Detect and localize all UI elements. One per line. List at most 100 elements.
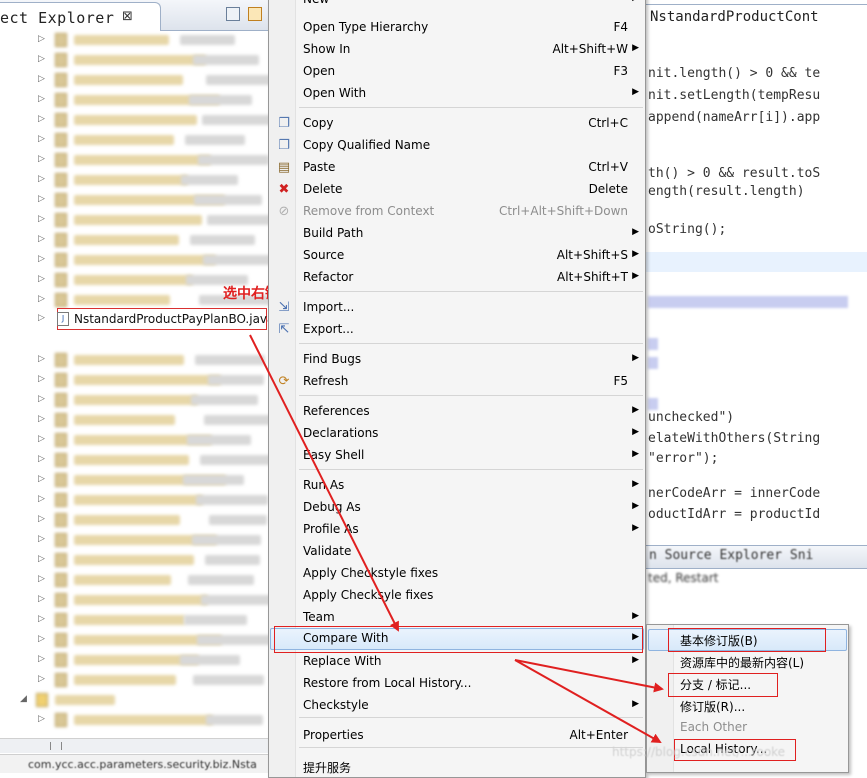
menu-item-new[interactable]: New ▶ bbox=[270, 0, 644, 11]
scrollbar-thumb[interactable] bbox=[50, 742, 62, 750]
tree-row[interactable]: ▷ bbox=[0, 130, 268, 150]
collapse-all-icon[interactable] bbox=[226, 7, 240, 21]
tree-row[interactable]: ▷ bbox=[0, 30, 268, 50]
menu-item-paste[interactable]: ▤ Paste Ctrl+V bbox=[270, 157, 644, 179]
tree-row[interactable]: ▷ bbox=[0, 510, 268, 530]
menu-item-validate[interactable]: Validate bbox=[270, 541, 644, 563]
menu-item-refresh[interactable]: ⟳ Refresh F5 bbox=[270, 371, 644, 393]
menu-item-apply-checksyle-fixes[interactable]: Apply Checksyle fixes bbox=[270, 585, 644, 607]
submenu-item[interactable]: 资源库中的最新内容(L) bbox=[648, 651, 847, 673]
expand-arrow-icon[interactable]: ▷ bbox=[38, 434, 45, 444]
expand-arrow-icon[interactable]: ▷ bbox=[38, 454, 45, 464]
expand-arrow-icon[interactable]: ▷ bbox=[38, 313, 45, 323]
submenu-item[interactable]: 修订版(R)... bbox=[648, 695, 847, 717]
tree-row[interactable]: ▷ bbox=[0, 70, 268, 90]
expand-arrow-icon[interactable]: ▷ bbox=[38, 534, 45, 544]
expand-arrow-icon[interactable]: ▷ bbox=[38, 594, 45, 604]
menu-item-build-path[interactable]: Build Path ▶ bbox=[270, 223, 644, 245]
expand-arrow-icon[interactable]: ▷ bbox=[38, 234, 45, 244]
tree-row[interactable]: ▷ bbox=[0, 50, 268, 70]
menu-item-remove-from-context[interactable]: ⊘ Remove from Context Ctrl+Alt+Shift+Down bbox=[270, 201, 644, 223]
selected-tree-row[interactable]: ▷ J NstandardProductPayPlanBO.java bbox=[38, 308, 268, 330]
menu-item-profile-as[interactable]: Profile As ▶ bbox=[270, 519, 644, 541]
tree-row[interactable]: ▷ bbox=[0, 610, 268, 630]
menu-item-debug-as[interactable]: Debug As ▶ bbox=[270, 497, 644, 519]
tree-row[interactable]: ▷ bbox=[0, 630, 268, 650]
expand-arrow-icon[interactable]: ▷ bbox=[38, 574, 45, 584]
expand-arrow-icon[interactable]: ▷ bbox=[38, 394, 45, 404]
explorer-tab[interactable]: ect Explorer ⊠ bbox=[0, 2, 161, 31]
expand-arrow-icon[interactable]: ▷ bbox=[38, 474, 45, 484]
expand-arrow-icon[interactable]: ▷ bbox=[38, 154, 45, 164]
tree-row[interactable]: ▷ bbox=[0, 550, 268, 570]
tree-row[interactable]: ▷ bbox=[0, 370, 268, 390]
tree-row[interactable]: ▷ bbox=[0, 350, 268, 370]
menu-item-source[interactable]: Source Alt+Shift+S ▶ bbox=[270, 245, 644, 267]
menu-item-replace-with[interactable]: Replace With ▶ bbox=[270, 651, 644, 673]
tree-row[interactable]: ▷ bbox=[0, 710, 268, 730]
menu-item-open[interactable]: Open F3 bbox=[270, 61, 644, 83]
expand-arrow-icon[interactable]: ▷ bbox=[38, 54, 45, 64]
tree-row[interactable]: ▷ bbox=[0, 230, 268, 250]
tree-row[interactable]: ▷ bbox=[0, 490, 268, 510]
expand-arrow-icon[interactable]: ▷ bbox=[38, 514, 45, 524]
menu-item-open-with[interactable]: Open With ▶ bbox=[270, 83, 644, 105]
menu-item-service[interactable]: 提升服务 bbox=[270, 756, 644, 778]
menu-item-declarations[interactable]: Declarations ▶ bbox=[270, 423, 644, 445]
tree-row[interactable]: ▷ bbox=[0, 90, 268, 110]
submenu-item[interactable]: Each Other bbox=[648, 717, 847, 739]
tree-row[interactable]: ▷ bbox=[0, 650, 268, 670]
menu-item-refactor[interactable]: Refactor Alt+Shift+T ▶ bbox=[270, 267, 644, 289]
tree-row[interactable]: ▷ bbox=[0, 570, 268, 590]
expand-arrow-icon[interactable]: ▷ bbox=[38, 674, 45, 684]
menu-item-delete[interactable]: ✖ Delete Delete bbox=[270, 179, 644, 201]
expand-arrow-icon[interactable]: ▷ bbox=[38, 174, 45, 184]
tree-row[interactable]: ▷ bbox=[0, 430, 268, 450]
tree-row[interactable]: ▷ bbox=[0, 150, 268, 170]
expand-arrow-icon[interactable]: ▷ bbox=[38, 294, 45, 304]
expand-arrow-icon[interactable]: ▷ bbox=[38, 354, 45, 364]
expand-arrow-icon[interactable]: ▷ bbox=[38, 194, 45, 204]
expand-arrow-icon[interactable]: ▷ bbox=[38, 134, 45, 144]
tree-row[interactable]: ▷ bbox=[0, 190, 268, 210]
tree-row[interactable]: ▷ bbox=[0, 470, 268, 490]
expand-arrow-icon[interactable]: ▷ bbox=[38, 34, 45, 44]
menu-item-easy-shell[interactable]: Easy Shell ▶ bbox=[270, 445, 644, 467]
tree-row[interactable]: ▷ bbox=[0, 530, 268, 550]
tree-row[interactable]: ▷ bbox=[0, 410, 268, 430]
expand-arrow-icon[interactable]: ▷ bbox=[38, 114, 45, 124]
expand-arrow-icon[interactable]: ▷ bbox=[38, 614, 45, 624]
expand-arrow-icon[interactable]: ▷ bbox=[38, 254, 45, 264]
menu-item-restore-from-local-history[interactable]: Restore from Local History... bbox=[270, 673, 644, 695]
close-icon[interactable]: ⊠ bbox=[122, 9, 133, 24]
menu-item-references[interactable]: References ▶ bbox=[270, 401, 644, 423]
collapse-arrow-icon[interactable]: ◢ bbox=[20, 694, 27, 704]
editor-tab[interactable]: NstandardProductCont bbox=[643, 4, 867, 31]
tree-row[interactable]: ▷ bbox=[0, 170, 268, 190]
expand-arrow-icon[interactable]: ▷ bbox=[38, 274, 45, 284]
menu-item-import[interactable]: ⇲ Import... bbox=[270, 297, 644, 319]
expand-arrow-icon[interactable]: ▷ bbox=[38, 214, 45, 224]
menu-item-find-bugs[interactable]: Find Bugs ▶ bbox=[270, 349, 644, 371]
horizontal-scrollbar[interactable] bbox=[0, 738, 268, 753]
tree-row[interactable]: ▷ bbox=[0, 250, 268, 270]
tree-row[interactable]: ▷ bbox=[0, 390, 268, 410]
tree-row[interactable]: ▷ bbox=[0, 210, 268, 230]
tree-row[interactable]: ▷ bbox=[0, 110, 268, 130]
expand-arrow-icon[interactable]: ▷ bbox=[38, 714, 45, 724]
menu-item-properties[interactable]: Properties Alt+Enter bbox=[270, 725, 644, 747]
tree-row[interactable]: ▷ bbox=[0, 450, 268, 470]
menu-item-run-as[interactable]: Run As ▶ bbox=[270, 475, 644, 497]
menu-item-apply-checkstyle-fixes[interactable]: Apply Checkstyle fixes bbox=[270, 563, 644, 585]
tree-folder-row[interactable]: ◢ bbox=[0, 690, 268, 710]
menu-item-open-type-hierarchy[interactable]: Open Type Hierarchy F4 bbox=[270, 17, 644, 39]
menu-item-show-in[interactable]: Show In Alt+Shift+W ▶ bbox=[270, 39, 644, 61]
menu-item-copy-qualified-name[interactable]: ❐ Copy Qualified Name bbox=[270, 135, 644, 157]
expand-arrow-icon[interactable]: ▷ bbox=[38, 494, 45, 504]
tree-row[interactable]: ▷ bbox=[0, 670, 268, 690]
bottom-view-tabs[interactable]: n Source Explorer Sni bbox=[643, 545, 867, 569]
menu-item-copy[interactable]: ❐ Copy Ctrl+C bbox=[270, 113, 644, 135]
expand-arrow-icon[interactable]: ▷ bbox=[38, 654, 45, 664]
expand-arrow-icon[interactable]: ▷ bbox=[38, 94, 45, 104]
expand-arrow-icon[interactable]: ▷ bbox=[38, 374, 45, 384]
